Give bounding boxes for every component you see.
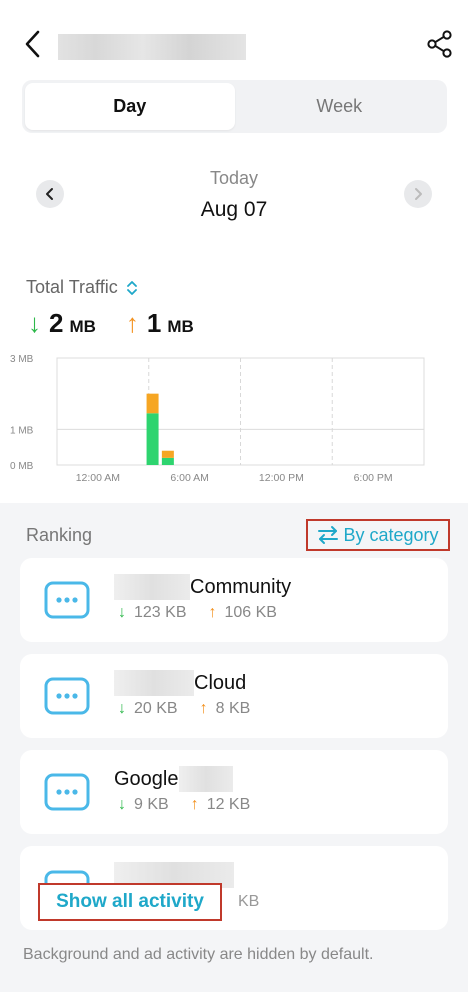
partial-traffic-amount: KB <box>238 893 260 910</box>
tab-week[interactable]: Week <box>235 83 445 130</box>
app-generic-icon <box>44 581 90 619</box>
ranking-label: Ranking <box>26 525 93 545</box>
upload-amount: 12 KB <box>206 796 251 813</box>
arrow-down-icon: ↓ <box>118 700 126 717</box>
by-category-label: By category <box>343 524 439 545</box>
download-amount: 9 KB <box>134 796 169 813</box>
arrow-down-icon: ↓ <box>28 308 41 338</box>
by-category-button[interactable]: By category <box>306 519 450 551</box>
app-name: Cloud <box>114 670 246 696</box>
upload-total: ↑ 1 MB <box>126 308 194 339</box>
upload-stat: ↑ 12 KB <box>191 796 251 814</box>
ranking-item[interactable]: Google ↓ 9 KB ↑ 12 KB <box>20 750 448 834</box>
upload-amount: 8 KB <box>215 700 251 717</box>
download-stat: ↓ 123 KB <box>118 604 186 622</box>
y-tick-label: 1 MB <box>10 425 34 436</box>
download-stat: ↓ 9 KB <box>118 796 169 814</box>
arrow-up-icon: ↑ <box>190 796 199 813</box>
app-generic-icon <box>44 677 90 715</box>
download-amount: 20 KB <box>134 700 178 717</box>
ranking-item[interactable]: Cloud ↓ 20 KB ↑ 8 KB <box>20 654 448 738</box>
app-traffic: ↓ 9 KB ↑ 12 KB <box>118 796 272 814</box>
app-name-text: Cloud <box>194 671 247 694</box>
app-name-redacted <box>178 766 233 792</box>
chart-bar <box>161 450 174 458</box>
y-tick-label: 0 MB <box>10 461 34 472</box>
ranking-item[interactable]: Community ↓ 123 KB ↑ 106 KB <box>20 558 448 642</box>
current-date: Aug 07 <box>200 198 268 221</box>
app-name: Google <box>114 766 233 792</box>
next-day-button[interactable] <box>404 180 432 208</box>
date-navigator: Today Aug 07 <box>0 160 468 240</box>
x-tick-label: 6:00 AM <box>170 472 209 484</box>
upload-stat: ↑ 106 KB <box>208 604 276 622</box>
chart-bar <box>146 413 159 465</box>
x-tick-label: 12:00 AM <box>76 472 120 484</box>
period-segmented-control: Day Week <box>22 80 447 133</box>
app-name-text: Google <box>114 767 179 790</box>
sort-toggle-icon <box>126 280 137 295</box>
app-traffic: ↓ 123 KB ↑ 106 KB <box>118 604 299 622</box>
total-traffic-label: Total Traffic <box>26 277 118 297</box>
arrow-up-icon: ↑ <box>208 604 217 621</box>
top-bar <box>0 0 468 86</box>
total-traffic-selector[interactable]: Total Traffic <box>26 277 138 298</box>
app-traffic: ↓ 20 KB ↑ 8 KB <box>118 700 272 718</box>
show-all-activity-button[interactable]: Show all activity <box>38 883 222 921</box>
share-button[interactable] <box>424 28 456 60</box>
arrow-up-icon: ↑ <box>199 700 208 717</box>
download-stat: ↓ 20 KB <box>118 700 178 718</box>
app-name: Community <box>114 574 291 600</box>
app-generic-icon <box>44 773 90 811</box>
page-title-redacted <box>58 34 246 60</box>
x-tick-label: 6:00 PM <box>354 472 393 484</box>
chevron-right-icon <box>415 188 422 200</box>
back-button[interactable] <box>18 26 48 62</box>
arrow-up-icon: ↑ <box>125 308 139 338</box>
y-tick-label: 3 MB <box>10 354 34 365</box>
today-label: Today <box>209 168 259 188</box>
arrow-down-icon: ↓ <box>118 604 126 621</box>
chart-bar <box>146 393 159 414</box>
tab-day[interactable]: Day <box>25 83 235 130</box>
download-unit: MB <box>69 317 96 336</box>
arrow-down-icon: ↓ <box>118 796 126 813</box>
share-icon <box>427 30 452 58</box>
download-value: 2 <box>49 308 64 338</box>
app-name-redacted <box>114 574 190 600</box>
ranking-section: Ranking By category Community ↓ 123 KB ↑ 1… <box>0 503 468 992</box>
app-name-text: Community <box>190 575 292 598</box>
x-tick-label: 12:00 PM <box>259 472 304 484</box>
upload-stat: ↑ 8 KB <box>200 700 251 718</box>
traffic-totals: ↓ 2 MB ↑ 1 MB <box>28 308 224 339</box>
hidden-activity-note: Background and ad activity are hidden by… <box>23 946 374 963</box>
swap-arrows-icon <box>318 526 339 544</box>
download-total: ↓ 2 MB <box>28 308 96 339</box>
download-amount: 123 KB <box>134 604 187 621</box>
upload-value: 1 <box>146 308 162 338</box>
traffic-chart: 3 MB 1 MB 0 MB 12:00 AM 6:00 AM 12:00 PM 6:00 … <box>10 354 425 484</box>
chart-bar <box>161 457 174 465</box>
upload-unit: MB <box>167 317 194 336</box>
chevron-left-icon <box>25 30 40 58</box>
upload-amount: 106 KB <box>224 604 277 621</box>
app-name-redacted <box>114 670 194 696</box>
